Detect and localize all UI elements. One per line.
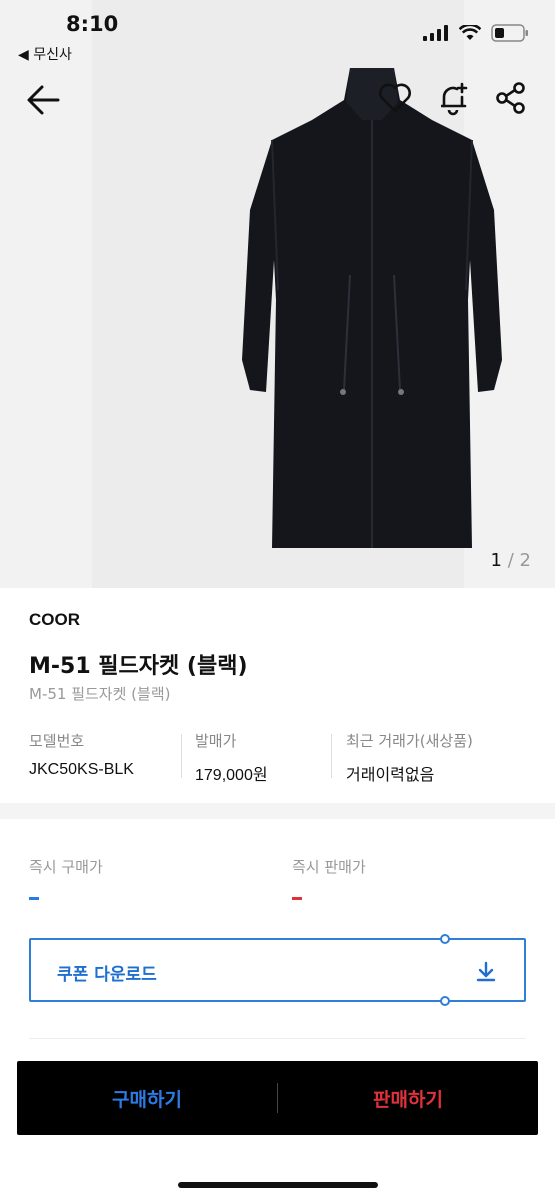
wifi-icon — [459, 25, 481, 40]
spec-label: 모델번호 — [29, 732, 85, 750]
alert-button[interactable] — [435, 80, 471, 116]
share-icon — [496, 82, 525, 114]
section-divider — [0, 803, 555, 819]
coupon-notch — [440, 934, 450, 944]
bell-plus-icon — [441, 82, 468, 116]
product-title: M-51 필드자켓 (블랙) — [29, 654, 248, 679]
buy-price-dash — [29, 897, 39, 900]
sell-button[interactable]: 판매하기 — [278, 1061, 538, 1135]
spec-label: 최근 거래가(새상품) — [346, 732, 473, 750]
spec-label: 발매가 — [195, 732, 237, 750]
pager-separator: / — [507, 550, 514, 571]
divider-line — [29, 1038, 526, 1039]
coupon-notch — [440, 996, 450, 1006]
pager-total: 2 — [519, 550, 531, 571]
download-icon — [476, 961, 496, 982]
brand-link[interactable]: COOR — [29, 610, 80, 630]
spec-value: 거래이력없음 — [346, 767, 435, 784]
coat-illustration — [242, 68, 502, 548]
spec-value: 179,000원 — [195, 767, 268, 784]
spec-divider — [181, 734, 182, 778]
spec-release-price: 발매가 179,000원 — [195, 730, 268, 785]
like-button[interactable] — [377, 80, 413, 116]
product-specs: 모델번호 JKC50KS-BLK 발매가 179,000원 최근 거래가(새상품… — [29, 730, 529, 784]
arrow-left-icon — [27, 85, 60, 115]
spec-recent-trade: 최근 거래가(새상품) 거래이력없음 — [346, 730, 473, 785]
status-bar: 8:10 ◀ 무신사 — [0, 0, 555, 70]
header-actions — [377, 80, 529, 116]
pager-current: 1 — [490, 550, 502, 571]
coupon-label: 쿠폰 다운로드 — [57, 965, 157, 985]
spec-model-number: 모델번호 JKC50KS-BLK — [29, 730, 134, 779]
spec-value: JKC50KS-BLK — [29, 761, 134, 778]
buy-button[interactable]: 구매하기 — [17, 1061, 277, 1135]
heart-icon — [379, 83, 411, 113]
spec-divider — [331, 734, 332, 778]
product-subtitle: M-51 필드자켓 (블랙) — [29, 685, 171, 703]
instant-sell-price: 즉시 판매가 — [292, 856, 366, 900]
back-to-app-link[interactable]: ◀ 무신사 — [18, 44, 72, 64]
bottom-cta-bar: 구매하기 판매하기 — [17, 1061, 538, 1135]
back-button[interactable] — [24, 80, 64, 120]
image-pager: 1 / 2 — [491, 550, 531, 571]
signal-icon — [423, 25, 448, 41]
instant-sell-label: 즉시 판매가 — [292, 858, 366, 876]
sell-price-dash — [292, 897, 302, 900]
battery-icon — [491, 24, 528, 42]
instant-buy-price: 즉시 구매가 — [29, 856, 103, 900]
home-indicator — [178, 1182, 378, 1188]
system-icons — [423, 24, 529, 42]
share-button[interactable] — [493, 80, 529, 116]
instant-buy-label: 즉시 구매가 — [29, 858, 103, 876]
status-time: 8:10 — [66, 12, 119, 36]
coupon-download-button[interactable]: 쿠폰 다운로드 — [29, 934, 526, 1006]
